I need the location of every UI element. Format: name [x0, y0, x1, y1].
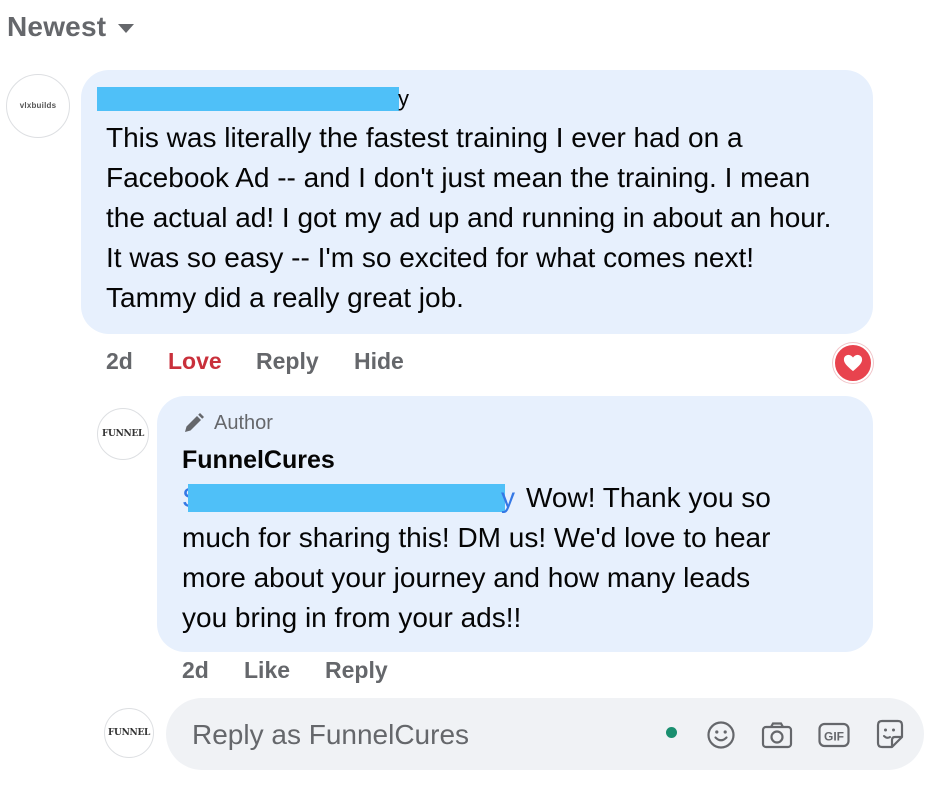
- gif-label: GIF: [824, 730, 844, 744]
- reply-composer: [166, 698, 924, 770]
- reply-button[interactable]: Reply: [256, 348, 354, 375]
- avatar-logo-text: FUNNEL: [101, 429, 145, 439]
- gif-icon[interactable]: GIF: [816, 718, 852, 752]
- pencil-icon: [185, 413, 204, 432]
- reply-actions: 2d Like Reply: [182, 657, 388, 684]
- like-button[interactable]: Like: [244, 657, 325, 684]
- sort-label: Newest: [7, 11, 107, 42]
- reply-text-line-1: Wow! Thank you so: [526, 482, 771, 513]
- avatar-logo-text: vlxbuilds: [19, 101, 57, 110]
- sort-dropdown[interactable]: Newest: [7, 10, 135, 44]
- reply-button[interactable]: Reply: [325, 657, 388, 684]
- sticker-icon[interactable]: [872, 716, 908, 752]
- camera-icon[interactable]: [759, 718, 795, 752]
- mention-end[interactable]: y: [501, 478, 515, 518]
- comment-text: This was literally the fastest training …: [106, 122, 832, 313]
- redacted-mention: [188, 484, 505, 512]
- online-status-dot: [666, 727, 677, 738]
- author-badge-label: Author: [214, 411, 273, 434]
- chevron-down-icon: [118, 24, 135, 33]
- emoji-icon[interactable]: [704, 718, 738, 752]
- reply-text-line-4: you bring in from your ads!!: [182, 602, 522, 633]
- redacted-name: [97, 87, 399, 111]
- commenter-name-tail[interactable]: y: [398, 86, 409, 112]
- composer-avatar: FUNNEL: [104, 708, 154, 758]
- love-reaction-badge[interactable]: [833, 343, 873, 383]
- reply-author-name[interactable]: FunnelCures: [182, 446, 335, 475]
- hide-button[interactable]: Hide: [354, 348, 404, 375]
- author-avatar[interactable]: FUNNEL: [97, 408, 149, 460]
- reply-input[interactable]: [190, 712, 654, 758]
- commenter-avatar[interactable]: vlxbuilds: [6, 74, 70, 138]
- reply-text-line-2: much for sharing this! DM us! We'd love …: [182, 522, 771, 553]
- comment-timestamp[interactable]: 2d: [106, 348, 168, 375]
- author-badge: Author: [182, 411, 273, 435]
- love-button[interactable]: Love: [168, 348, 256, 375]
- heart-icon: [843, 354, 863, 372]
- comment-actions: 2d Love Reply Hide: [106, 348, 404, 375]
- reply-text-line-3: more about your journey and how many lea…: [182, 562, 751, 593]
- avatar-logo-text: FUNNEL: [107, 728, 151, 738]
- reply-timestamp[interactable]: 2d: [182, 657, 244, 684]
